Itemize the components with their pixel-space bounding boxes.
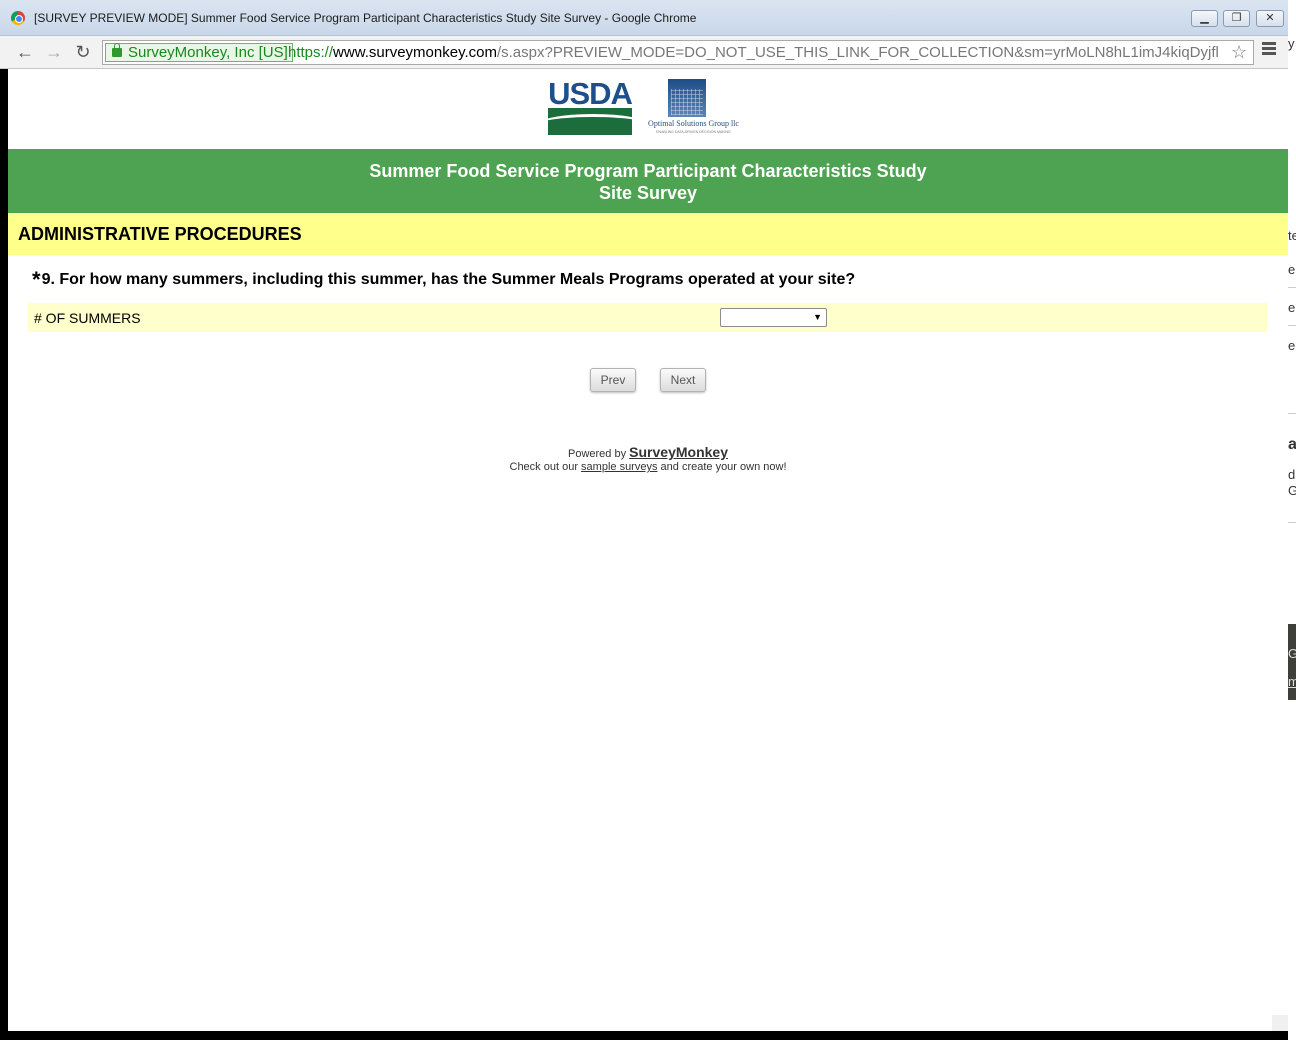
prev-button[interactable]: Prev <box>590 368 636 392</box>
powered-by-label: Powered by <box>568 448 627 460</box>
background-divider <box>1288 522 1296 523</box>
background-divider <box>1288 413 1296 414</box>
question-text: 9. For how many summers, including this … <box>41 271 856 288</box>
reload-icon[interactable]: ↻ <box>72 41 94 63</box>
chart-logo-icon <box>668 79 706 117</box>
question-text-block: *9. For how many summers, including this… <box>32 269 855 291</box>
window-title: [SURVEY PREVIEW MODE] Summer Food Servic… <box>34 11 697 25</box>
title-bar: [SURVEY PREVIEW MODE] Summer Food Servic… <box>0 0 1288 36</box>
ev-certificate-badge[interactable]: SurveyMonkey, Inc [US] <box>105 43 293 62</box>
survey-title-banner: Summer Food Service Program Participant … <box>8 149 1288 213</box>
resize-corner <box>1272 1015 1288 1031</box>
sample-surveys-link[interactable]: sample surveys <box>581 461 657 473</box>
section-title: ADMINISTRATIVE PROCEDURES <box>18 224 302 244</box>
background-dark-panel: G m <box>1288 624 1296 700</box>
url-host: www.surveymonkey.com <box>333 44 497 61</box>
next-button[interactable]: Next <box>660 368 706 392</box>
usda-logo: USDA <box>548 76 633 135</box>
survey-title: Summer Food Service Program Participant … <box>369 161 927 181</box>
restore-button[interactable]: ❐ <box>1223 10 1250 27</box>
ev-certificate-label: SurveyMonkey, Inc [US] <box>128 44 288 61</box>
url-path: /s.aspx?PREVIEW_MODE=DO_NOT_USE_THIS_LIN… <box>496 44 1219 61</box>
close-button[interactable]: ✕ <box>1256 10 1284 27</box>
optimal-solutions-name: Optimal Solutions Group llc <box>648 119 739 128</box>
checkout-suffix: and create your own now! <box>660 461 787 473</box>
background-text: m <box>1288 674 1296 689</box>
powered-by: Powered by SurveyMonkey <box>8 444 1288 460</box>
background-text: y <box>1288 36 1295 51</box>
background-divider <box>1288 325 1296 326</box>
summers-dropdown[interactable]: ▼ <box>720 308 827 327</box>
survey-subtitle: Site Survey <box>598 183 698 203</box>
background-divider <box>1288 287 1296 288</box>
lock-icon <box>112 43 122 57</box>
background-text: er <box>1288 300 1296 315</box>
optimal-solutions-logo: Optimal Solutions Group llc ENABLING DAT… <box>636 79 751 135</box>
background-text: d <box>1288 467 1296 482</box>
usda-logo-field <box>548 108 632 135</box>
chrome-icon <box>11 11 25 25</box>
url-text[interactable]: https://www.surveymonkey.com/s.aspx?PREV… <box>288 44 1226 61</box>
minimize-button[interactable]: ▁ <box>1191 10 1218 27</box>
dropdown-arrow-icon: ▼ <box>813 312 822 322</box>
answer-row: # OF SUMMERS ▼ <box>28 303 1267 332</box>
address-bar[interactable]: SurveyMonkey, Inc [US] https://www.surve… <box>102 40 1254 65</box>
forward-arrow-icon[interactable]: → <box>43 41 65 63</box>
logo-header: USDA Optimal Solutions Group llc ENABLIN… <box>548 78 748 138</box>
background-text: er <box>1288 338 1296 353</box>
checkout-prefix: Check out our <box>509 461 578 473</box>
surveymonkey-link[interactable]: SurveyMonkey <box>629 444 728 460</box>
usda-logo-text: USDA <box>548 76 633 111</box>
back-arrow-icon[interactable]: ← <box>14 41 36 63</box>
background-text: G <box>1288 646 1296 661</box>
chrome-menu-icon[interactable] <box>1262 42 1276 57</box>
url-scheme: https:// <box>288 44 334 61</box>
survey-page: USDA Optimal Solutions Group llc ENABLIN… <box>8 69 1288 1031</box>
section-header: ADMINISTRATIVE PROCEDURES <box>8 213 1288 255</box>
background-window-strip: y te er er er a d G G m <box>1288 0 1296 1040</box>
checkout-text: Check out our sample surveys and create … <box>8 461 1288 473</box>
required-asterisk: * <box>32 267 41 292</box>
background-text: te <box>1288 228 1296 243</box>
browser-window: y te er er er a d G G m [SURVEY PREVIEW … <box>0 0 1296 1040</box>
browser-toolbar: ← → ↻ SurveyMonkey, Inc [US] https://www… <box>0 36 1288 69</box>
bookmark-star-icon[interactable]: ☆ <box>1231 42 1247 63</box>
background-text: G <box>1288 483 1296 498</box>
background-text: a <box>1288 436 1296 453</box>
optimal-solutions-tagline: ENABLING DATA-DRIVEN DECISION MAKING <box>656 130 731 134</box>
answer-label: # OF SUMMERS <box>34 310 141 326</box>
background-text: er <box>1288 262 1296 277</box>
